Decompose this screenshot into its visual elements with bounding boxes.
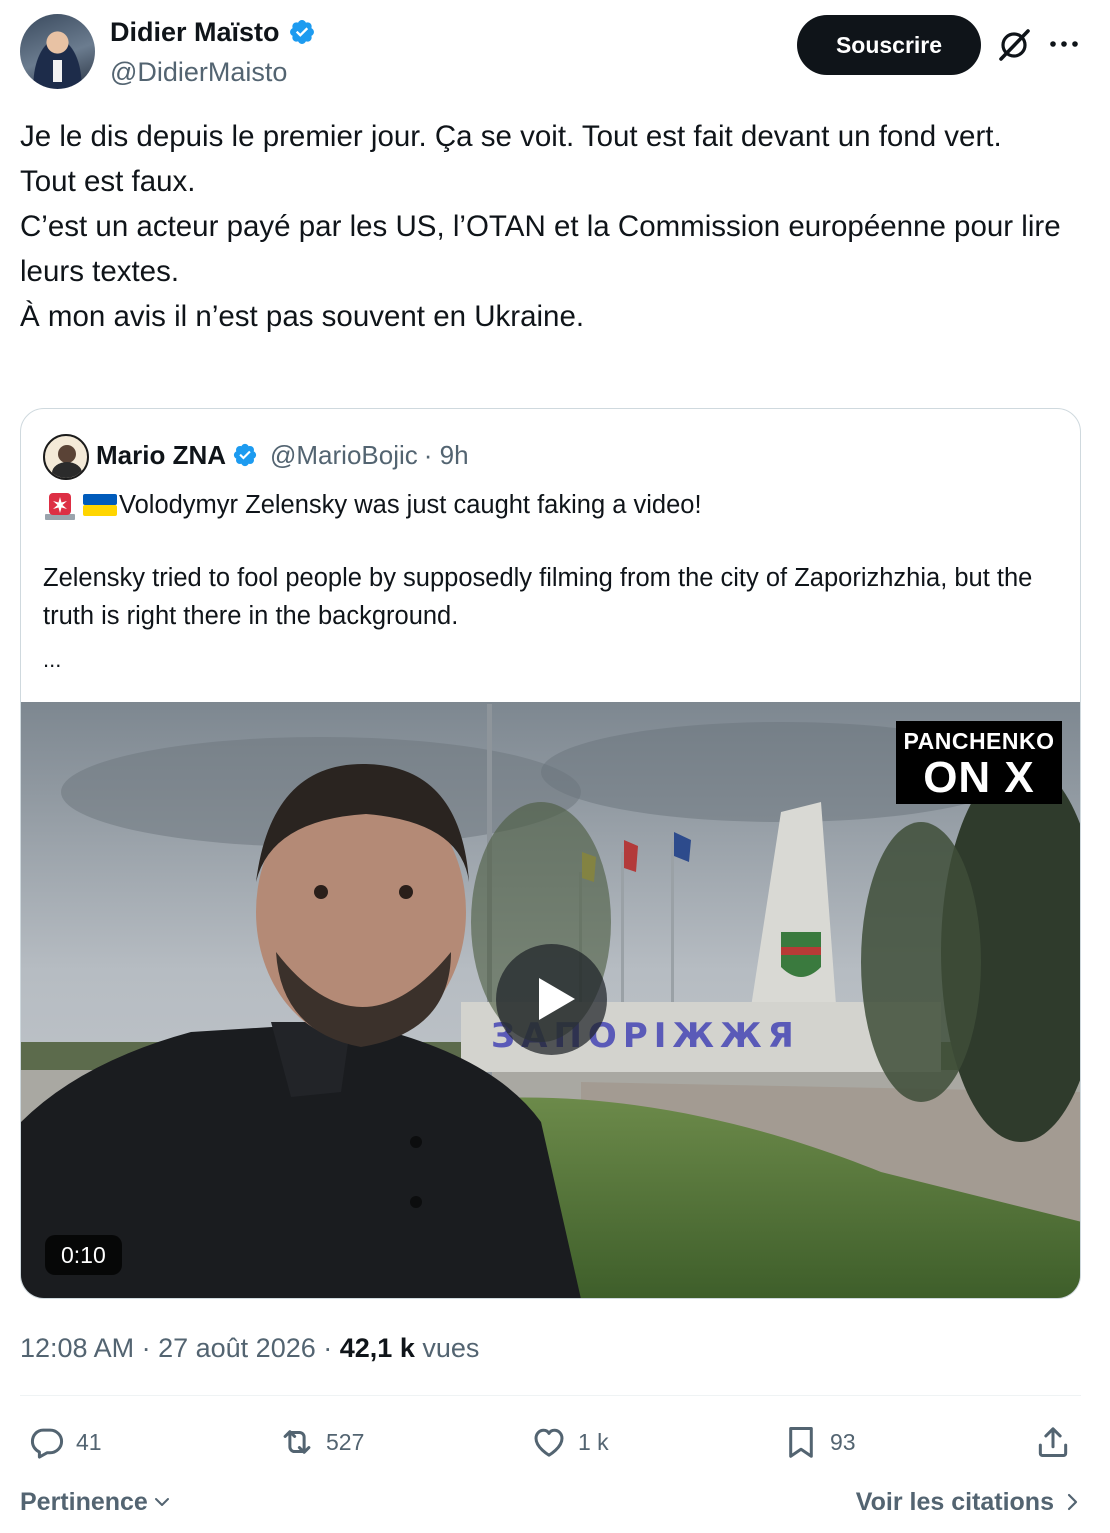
- quoted-headline: Volodymyr Zelensky was just caught fakin…: [119, 491, 702, 519]
- channel-watermark: PANCHENKO ON X: [896, 721, 1062, 804]
- quoted-time[interactable]: · 9h: [424, 440, 469, 471]
- like-count: 1 k: [578, 1428, 609, 1455]
- share-button[interactable]: [1034, 1420, 1072, 1464]
- bookmark-count: 93: [830, 1428, 856, 1455]
- quoted-body-text: Zelensky tried to fool people by suppose…: [43, 564, 1040, 630]
- author-avatar[interactable]: [20, 14, 95, 89]
- sort-label: Pertinence: [20, 1488, 148, 1516]
- bookmark-button[interactable]: 93: [782, 1420, 856, 1464]
- tweet-text: Je le dis depuis le premier jour. Ça se …: [20, 120, 1061, 333]
- quoted-verified-badge-icon: [233, 443, 257, 467]
- tweet-meta: 12:08 AM · 27 août 2026 · 42,1 k vues: [20, 1333, 480, 1363]
- siren-emoji-icon: [45, 493, 75, 520]
- author-name[interactable]: Didier Maïsto: [110, 14, 280, 50]
- quoted-show-more[interactable]: ...: [43, 645, 61, 675]
- reply-count: 41: [76, 1428, 102, 1455]
- chevron-down-icon: [154, 1498, 169, 1506]
- repost-button[interactable]: 527: [278, 1420, 364, 1464]
- share-icon: [1038, 1427, 1068, 1457]
- heart-icon: [534, 1428, 564, 1457]
- watermark-bottom: ON X: [923, 753, 1035, 802]
- tweet-date[interactable]: 27 août 2026: [158, 1333, 316, 1363]
- video-player[interactable]: ЗАПОРІЖЖЯ PANCHENKO ON X 0:10: [21, 702, 1080, 1298]
- grok-icon[interactable]: [996, 27, 1032, 63]
- quoted-author-avatar[interactable]: [43, 434, 89, 480]
- reply-icon: [30, 1428, 64, 1459]
- subscribe-button[interactable]: Souscrire: [797, 15, 981, 75]
- repost-count: 527: [326, 1428, 365, 1455]
- tweet-time[interactable]: 12:08 AM: [20, 1333, 134, 1363]
- quoted-author-name[interactable]: Mario ZNA: [96, 440, 226, 471]
- more-icon[interactable]: [1048, 32, 1080, 56]
- chevron-right-icon: [1067, 1493, 1078, 1511]
- views-count: 42,1 k: [339, 1333, 415, 1363]
- quoted-first-line: Volodymyr Zelensky was just caught fakin…: [43, 485, 702, 525]
- sort-replies-dropdown[interactable]: Pertinence: [20, 1484, 172, 1520]
- divider: [20, 1395, 1081, 1396]
- ukraine-flag-emoji-icon: [83, 494, 117, 516]
- views-label: vues: [422, 1333, 480, 1363]
- view-quotes-label: Voir les citations: [855, 1488, 1054, 1516]
- reply-button[interactable]: 41: [28, 1420, 102, 1464]
- quoted-header: Mario ZNA @MarioBojic · 9h: [96, 435, 469, 475]
- view-quotes-link[interactable]: Voir les citations: [856, 1484, 1080, 1520]
- bookmark-icon: [789, 1427, 813, 1458]
- repost-icon: [283, 1430, 311, 1454]
- quoted-tweet-card[interactable]: Mario ZNA @MarioBojic · 9h Volodymyr Zel…: [20, 408, 1081, 1299]
- quoted-author-handle[interactable]: @MarioBojic: [270, 440, 418, 471]
- author-handle[interactable]: @DidierMaisto: [110, 54, 287, 90]
- author-name-row[interactable]: Didier Maïsto: [110, 14, 316, 50]
- like-button[interactable]: 1 k: [530, 1420, 609, 1464]
- watermark-top: PANCHENKO: [903, 728, 1055, 754]
- video-duration: 0:10: [45, 1235, 122, 1275]
- verified-badge-icon: [289, 20, 314, 44]
- play-icon[interactable]: [496, 944, 607, 1055]
